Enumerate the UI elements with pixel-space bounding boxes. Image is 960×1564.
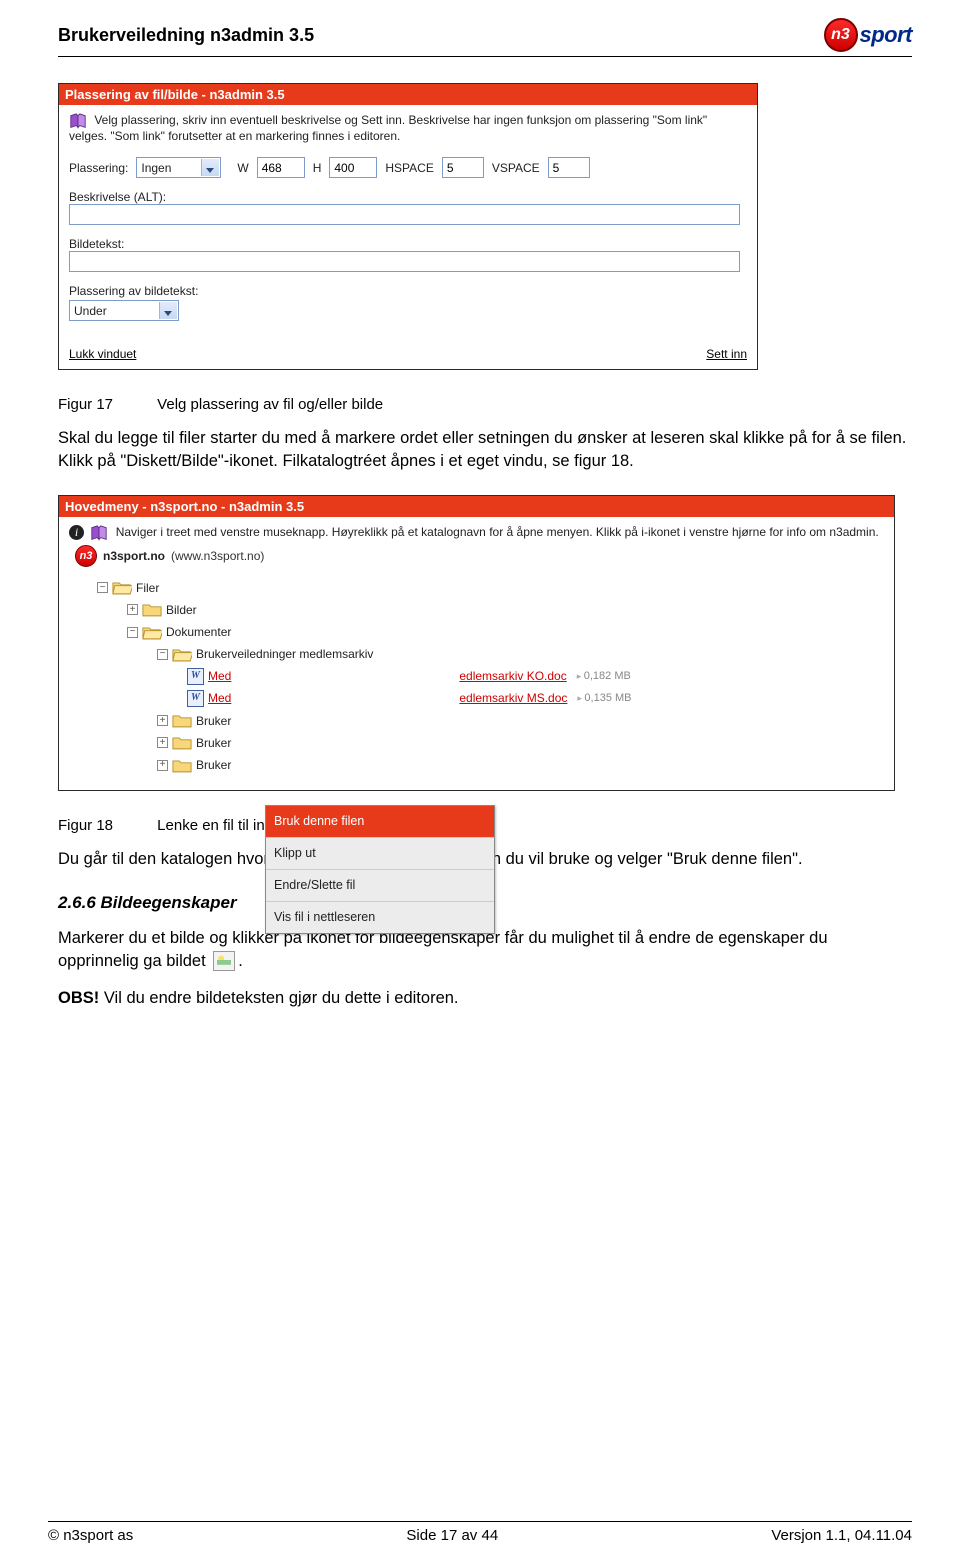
- input-vspace[interactable]: [548, 157, 590, 178]
- tree-root: n3 n3sport.no (www.n3sport.no): [75, 545, 884, 567]
- tree-node-brukerveiledninger[interactable]: − Brukerveiledninger medlemsarkiv: [69, 643, 884, 665]
- tree-file-1[interactable]: W Med edlemsarkiv KO.doc 0,182 MB: [69, 665, 884, 687]
- folder-open-icon: [172, 646, 192, 663]
- select-plassering[interactable]: Ingen: [136, 157, 221, 178]
- tree-node-dokumenter[interactable]: − Dokumenter: [69, 621, 884, 643]
- logo-badge-icon: n3: [824, 18, 858, 52]
- image-properties-icon: [213, 951, 235, 971]
- folder-open-icon: [112, 579, 132, 596]
- folder-icon: [172, 757, 192, 774]
- n3sport-logo: n3 sport: [824, 18, 913, 52]
- figure-17-number: Figur 17: [58, 396, 153, 413]
- figure-17-text: Velg plassering av fil og/eller bilde: [157, 396, 383, 413]
- expand-icon[interactable]: +: [127, 604, 138, 615]
- info-icon: i: [69, 525, 84, 540]
- label-beskrivelse: Beskrivelse (ALT):: [69, 190, 747, 204]
- label-w: W: [237, 161, 248, 175]
- obs-line: OBS! Vil du endre bildeteksten gjør du d…: [58, 987, 912, 1010]
- footer-center: Side 17 av 44: [406, 1527, 498, 1544]
- obs-label: OBS!: [58, 989, 99, 1007]
- word-file-icon: W: [187, 668, 204, 685]
- expand-icon[interactable]: +: [157, 737, 168, 748]
- select-plassering-bildetekst[interactable]: Under: [69, 300, 179, 321]
- label-h: H: [313, 161, 322, 175]
- root-badge-icon: n3: [75, 545, 97, 567]
- figure-17-caption: Figur 17 Velg plassering av fil og/eller…: [58, 396, 912, 413]
- folder-icon: [172, 734, 192, 751]
- footer-right: Versjon 1.1, 04.11.04: [771, 1527, 912, 1544]
- label-hspace: HSPACE: [385, 161, 433, 175]
- document-title: Brukerveiledning n3admin 3.5: [58, 25, 314, 46]
- footer-left: © n3sport as: [48, 1527, 133, 1544]
- word-file-icon: W: [187, 690, 204, 707]
- logo-text: sport: [860, 22, 913, 48]
- dialog-intro: Velg plassering, skriv inn eventuell bes…: [69, 113, 707, 143]
- figure-18-number: Figur 18: [58, 817, 153, 834]
- tree-node-bruker-c[interactable]: + Bruker: [69, 754, 884, 776]
- root-name: n3sport.no: [103, 549, 165, 563]
- label-plassering: Plassering:: [69, 161, 128, 175]
- input-bildetekst[interactable]: [69, 251, 740, 272]
- file-tree: − Filer + Bilder − Dokumenter −: [69, 577, 884, 777]
- document-header: Brukerveiledning n3admin 3.5 n3 sport: [58, 18, 912, 57]
- input-height[interactable]: [329, 157, 377, 178]
- input-beskrivelse[interactable]: [69, 204, 740, 225]
- hovedmeny-intro: Naviger i treet med venstre museknapp. H…: [116, 525, 879, 539]
- tree-node-bruker-a[interactable]: + Bruker: [69, 710, 884, 732]
- menu-item-vis-fil[interactable]: Vis fil i nettleseren: [266, 902, 494, 933]
- file-1-size: 0,182 MB: [577, 666, 631, 686]
- tree-node-filer[interactable]: − Filer: [69, 577, 884, 599]
- collapse-icon[interactable]: −: [127, 627, 138, 638]
- hovedmeny-title: Hovedmeny - n3sport.no - n3admin 3.5: [59, 496, 894, 517]
- paragraph-below-fig17: Skal du legge til filer starter du med å…: [58, 427, 912, 473]
- book-icon: [69, 113, 87, 129]
- menu-item-bruk-denne-filen[interactable]: Bruk denne filen: [266, 806, 494, 838]
- root-www: (www.n3sport.no): [171, 549, 264, 563]
- collapse-icon[interactable]: −: [157, 649, 168, 660]
- screenshot-placement-dialog: Plassering av fil/bilde - n3admin 3.5 Ve…: [58, 83, 758, 370]
- folder-icon: [172, 712, 192, 729]
- folder-open-icon: [142, 624, 162, 641]
- collapse-icon[interactable]: −: [97, 582, 108, 593]
- expand-icon[interactable]: +: [157, 715, 168, 726]
- tree-node-bilder[interactable]: + Bilder: [69, 599, 884, 621]
- input-hspace[interactable]: [442, 157, 484, 178]
- file-2-size: 0,135 MB: [577, 688, 631, 708]
- dialog-title: Plassering av fil/bilde - n3admin 3.5: [59, 84, 757, 105]
- book-icon: [90, 525, 108, 541]
- label-plassering-bildetekst: Plassering av bildetekst:: [69, 284, 747, 298]
- link-lukk-vinduet[interactable]: Lukk vinduet: [69, 347, 136, 361]
- tree-node-bruker-b[interactable]: + Bruker: [69, 732, 884, 754]
- label-vspace: VSPACE: [492, 161, 540, 175]
- label-bildetekst: Bildetekst:: [69, 237, 747, 251]
- tree-file-2[interactable]: W Med edlemsarkiv MS.doc 0,135 MB: [69, 687, 884, 709]
- screenshot-hovedmeny: Hovedmeny - n3sport.no - n3admin 3.5 i N…: [58, 495, 895, 792]
- expand-icon[interactable]: +: [157, 760, 168, 771]
- document-footer: © n3sport as Side 17 av 44 Versjon 1.1, …: [48, 1521, 912, 1544]
- menu-item-endre-slette[interactable]: Endre/Slette fil: [266, 870, 494, 902]
- input-width[interactable]: [257, 157, 305, 178]
- link-sett-inn[interactable]: Sett inn: [706, 347, 747, 361]
- menu-item-klipp-ut[interactable]: Klipp ut: [266, 838, 494, 870]
- context-menu: Bruk denne filen Klipp ut Endre/Slette f…: [265, 805, 495, 935]
- folder-icon: [142, 601, 162, 618]
